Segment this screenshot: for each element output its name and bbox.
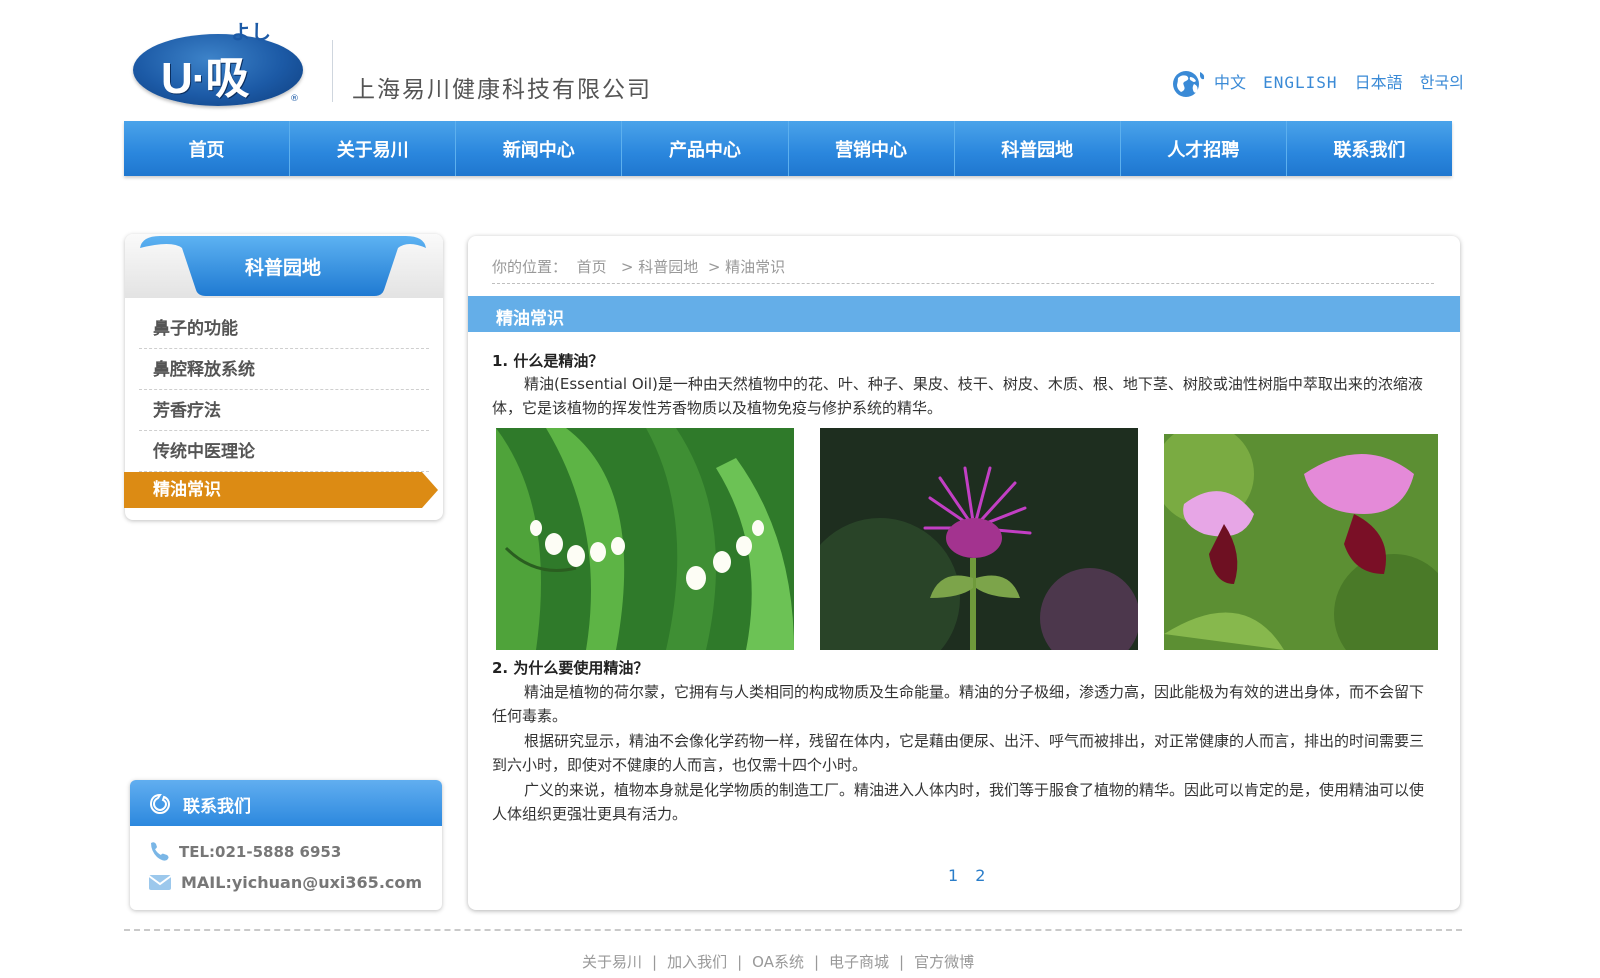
- section-title-bar: [468, 296, 1460, 332]
- breadcrumb-prefix: 你的位置：: [492, 258, 568, 276]
- contact-header: [130, 780, 442, 826]
- company-name: 上海易川健康科技有限公司: [352, 77, 652, 103]
- logo-kana: よし: [231, 20, 271, 44]
- breadcrumb-home[interactable]: 首页: [577, 258, 607, 276]
- page-link-1[interactable]: 1: [948, 866, 964, 885]
- nav-item-careers[interactable]: 人才招聘: [1121, 121, 1287, 176]
- breadcrumb: 你的位置： 首页 > 科普园地 > 精油常识: [492, 256, 785, 277]
- question-2-paragraph-1: 精油是植物的荷尔蒙，它拥有与人类相同的构成物质及生命能量。精油的分子极细，渗透力…: [492, 683, 1425, 725]
- contact-title: 联系我们: [183, 797, 251, 817]
- nav-item-products[interactable]: 产品中心: [622, 121, 789, 176]
- lang-english[interactable]: ENGLISH: [1263, 73, 1337, 92]
- lang-chinese[interactable]: 中文: [1214, 73, 1246, 92]
- sidebar-item-nasal-release[interactable]: 鼻腔释放系统: [139, 350, 429, 390]
- lily-of-the-valley-photo: [496, 428, 794, 650]
- footer-link-weibo[interactable]: 官方微博: [914, 953, 974, 971]
- nav-item-about[interactable]: 关于易川: [290, 121, 457, 176]
- header-divider: [332, 40, 333, 102]
- footer-separator: |: [813, 953, 820, 971]
- breadcrumb-separator: >: [620, 258, 634, 276]
- question-2-paragraph-2: 根据研究显示，精油不会像化学药物一样，残留在体内，它是藉由便尿、出汗、呼气而被排…: [492, 732, 1425, 774]
- main-nav: 首页 关于易川 新闻中心 产品中心 营销中心 科普园地 人才招聘 联系我们: [124, 121, 1452, 176]
- lang-korean[interactable]: 한국의: [1420, 73, 1464, 92]
- logo-mark: U·吸: [161, 54, 249, 103]
- footer-links: 关于易川 | 加入我们 | OA系统 | 电子商城 | 官方微博: [582, 951, 974, 972]
- footer-separator: |: [737, 953, 743, 971]
- contact-tel: TEL:021-5888 6953: [179, 843, 342, 861]
- question-1-paragraph: 精油(Essential Oil)是一种由天然植物中的花、叶、种子、果皮、枝干、…: [492, 375, 1423, 417]
- sidebar-item-tcm-theory[interactable]: 传统中医理论: [139, 432, 429, 472]
- contact-mail[interactable]: MAIL:yichuan@uxi365.com: [181, 873, 422, 892]
- breadcrumb-separator: >: [707, 258, 721, 276]
- breadcrumb-current: 精油常识: [725, 258, 786, 276]
- footer-separator: |: [652, 953, 658, 971]
- contact-bubble-icon: [149, 793, 171, 815]
- footer-link-about[interactable]: 关于易川: [582, 953, 642, 971]
- question-1-title: 1. 什么是精油？: [492, 352, 604, 370]
- lang-japanese[interactable]: 日本語: [1355, 73, 1403, 92]
- footer-link-join[interactable]: 加入我们: [667, 953, 727, 971]
- bee-balm-flower-photo: [820, 428, 1138, 650]
- pagination: 1 2: [948, 866, 991, 885]
- footer-link-shop[interactable]: 电子商城: [829, 953, 889, 971]
- globe-icon: [1173, 71, 1205, 97]
- question-2-paragraph-3: 广义的来说，植物本身就是化学物质的制造工厂。精油进入人体内时，我们等于服食了植物…: [492, 781, 1425, 823]
- breadcrumb-science[interactable]: 科普园地: [638, 258, 698, 276]
- footer-link-oa[interactable]: OA系统: [752, 953, 804, 971]
- logo-registered: ®: [290, 94, 299, 104]
- phone-icon: [151, 842, 169, 861]
- sidebar-item-nose-function[interactable]: 鼻子的功能: [139, 309, 429, 349]
- sidebar-title: 科普园地: [244, 257, 321, 279]
- sidebar-item-aromatherapy[interactable]: 芳香疗法: [139, 391, 429, 431]
- mail-icon: [148, 875, 172, 890]
- nav-item-news[interactable]: 新闻中心: [456, 121, 623, 176]
- language-switcher: 中文 ENGLISH 日本語 한국의: [1214, 69, 1476, 93]
- page-link-2[interactable]: 2: [975, 866, 991, 885]
- footer-separator: |: [899, 953, 905, 971]
- footer-divider: [124, 929, 1462, 931]
- sidebar-item-essential-oil-label: 精油常识: [153, 480, 221, 500]
- nav-item-marketing[interactable]: 营销中心: [789, 121, 955, 176]
- sweet-pea-flower-photo: [1164, 434, 1438, 650]
- question-2-title: 2. 为什么要使用精油？: [492, 659, 649, 677]
- nav-item-science[interactable]: 科普园地: [955, 121, 1121, 176]
- section-title: 精油常识: [496, 309, 564, 329]
- nav-item-contact[interactable]: 联系我们: [1287, 121, 1452, 176]
- company-logo[interactable]: U·吸 よし ®: [133, 16, 313, 108]
- nav-item-home[interactable]: 首页: [124, 121, 291, 176]
- breadcrumb-divider: [492, 283, 1434, 284]
